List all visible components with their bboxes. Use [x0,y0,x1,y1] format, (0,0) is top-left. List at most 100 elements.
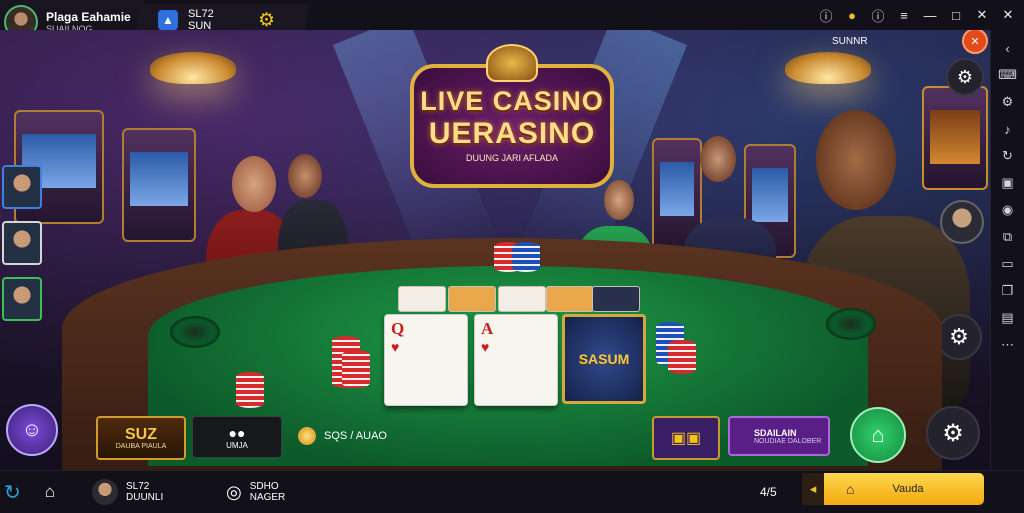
community-card[interactable] [592,286,640,312]
close-icon[interactable]: ✕ [972,5,992,25]
profile-name: Plaga Eahamie [46,10,131,24]
layers-icon[interactable]: ⧉ [998,227,1018,247]
back-icon[interactable]: ‹ [998,38,1018,58]
ratio-display: 4/5 [760,471,777,513]
window-controls: ⓘ ● ⓘ ≡ — □ ✕ ✕ [816,5,1018,25]
card-rank: A [481,319,494,338]
slot-game-card[interactable]: SASUM [562,314,646,404]
wall-painting [922,86,988,190]
heart-icon: ♥ [391,339,400,355]
crown-emblem [486,44,538,82]
community-card[interactable] [398,286,446,312]
action-bar[interactable]: ◂ ⌂ Vauda [802,473,984,505]
screen-icon[interactable]: ▭ [998,254,1018,274]
logo-line1: LIVE CASINO [420,85,604,116]
bonus-caption: DAUBA PIAULA [115,442,167,450]
chips-label: UMJA [226,440,248,450]
menu-icon[interactable]: ≡ [894,5,914,25]
player-woman-center-head [604,180,634,220]
cup-holder [170,316,220,348]
more-icon[interactable]: ⋯ [998,335,1018,355]
bottom-chat[interactable]: ◎ SDHO NAGER [226,471,285,513]
emoji-button[interactable]: ☺ [6,404,58,456]
community-card[interactable] [498,286,546,312]
maximize-icon[interactable]: □ [946,5,966,25]
settings-button[interactable]: ⚙ [946,58,984,96]
hand-card[interactable]: A ♥ [474,314,558,406]
opponent-portrait[interactable] [2,165,42,209]
restore-icon[interactable]: ✕ [998,5,1018,25]
bottom-user[interactable]: SL72 DUUNLI [92,471,163,513]
user-line2: DUUNLI [126,492,164,503]
close-game-button[interactable]: ✕ [962,30,988,54]
alert-icon[interactable]: ⓘ [868,5,888,25]
user-line1: SL72 [126,481,150,492]
copy-icon[interactable]: ❐ [998,281,1018,301]
chat-line2: NAGER [249,492,286,503]
cup-holder [826,308,876,340]
emulator-sidebar: ‹ ⌨ ⚙ ♪ ↻ ▣ ◉ ⧉ ▭ ❐ ▤ ⋯ [990,30,1024,470]
player-card-content[interactable]: ▲ SL72 SUN [158,8,214,32]
promo-subtitle: NOUDIAE DALOBER [754,437,822,445]
chat-line1: SDHO [249,481,279,492]
chat-icon: ◎ [226,481,242,502]
app-icon: ▲ [158,10,178,30]
location-icon[interactable]: ● [842,5,862,25]
home-icon: ⌂ [871,422,885,447]
player-woman-right-head [816,110,896,210]
opponent-portrait[interactable] [2,221,42,265]
swap-icon[interactable]: ↻ [4,480,21,505]
ratio-text: 4/5 [760,484,777,499]
logo-line3: DUUNG JARI AFLADA [465,152,559,163]
folder-icon[interactable]: ▤ [998,308,1018,328]
promo-panel[interactable]: SDAILAIN NOUDIAE DALOBER [728,416,830,456]
chip-stack [512,242,540,272]
card-rank: Q [391,319,405,338]
live-casino-logo: LIVE CASINO UERASINO DUUNG JARI AFLADA [410,44,614,194]
logo-line2: UERASINO [428,116,596,150]
arrow-icon[interactable]: ◂ [802,473,824,505]
chips-icon: ●● [228,424,246,441]
player-man-left-head [288,154,322,198]
balance-text: SQS / AUAO [324,430,387,442]
promo-title: SDAILAIN [754,427,797,438]
info-icon[interactable]: ⓘ [816,5,836,25]
deal-button[interactable]: ⌂ [850,407,906,463]
minimize-icon[interactable]: — [920,5,940,25]
bonus-panel[interactable]: SUZ DAUBA PIAULA [96,416,186,460]
chest-button[interactable]: ▣▣ [652,416,720,460]
game-settings-button[interactable]: ⚙ [926,406,980,460]
community-card[interactable] [546,286,594,312]
hand-card[interactable]: Q ♥ [384,314,468,406]
player-woman-left-head [232,156,276,212]
status-text: SUNNR [832,36,868,47]
ceiling-lamp [785,52,871,84]
home-icon: ⌂ [846,481,855,497]
rotate-icon[interactable]: ↻ [998,146,1018,166]
community-card[interactable] [448,286,496,312]
camera-icon[interactable]: ◉ [998,200,1018,220]
ceiling-lamp [150,52,236,84]
gear-icon[interactable]: ⚙ [998,92,1018,112]
volume-icon[interactable]: ♪ [998,119,1018,139]
slot-machine [122,128,196,242]
balance-display: SQS / AUAO [298,416,622,456]
treasure-icon: ▣▣ [670,430,702,447]
slot-card-label: SASUM [578,351,630,367]
chip-stack [668,340,696,374]
right-player-avatar[interactable] [940,200,984,244]
bottom-left-icons: ↻ ⌂ [4,471,55,513]
opponent-portraits [2,165,42,321]
player-card-line1: SL72 [188,8,214,20]
keyboard-icon[interactable]: ⌨ [998,65,1018,85]
screenshot-icon[interactable]: ▣ [998,173,1018,193]
dealer-man-head [700,136,736,182]
chips-panel[interactable]: ●● UMJA [192,416,282,458]
action-label: Vauda [892,483,924,495]
settings-gear-icon[interactable]: ⚙ [258,11,275,30]
bonus-value: SUZ [125,425,157,443]
heart-icon: ♥ [481,339,490,355]
opponent-portrait[interactable] [2,277,42,321]
table-settings-button[interactable]: ⚙ [936,314,982,360]
home-nav-icon[interactable]: ⌂ [45,482,55,502]
